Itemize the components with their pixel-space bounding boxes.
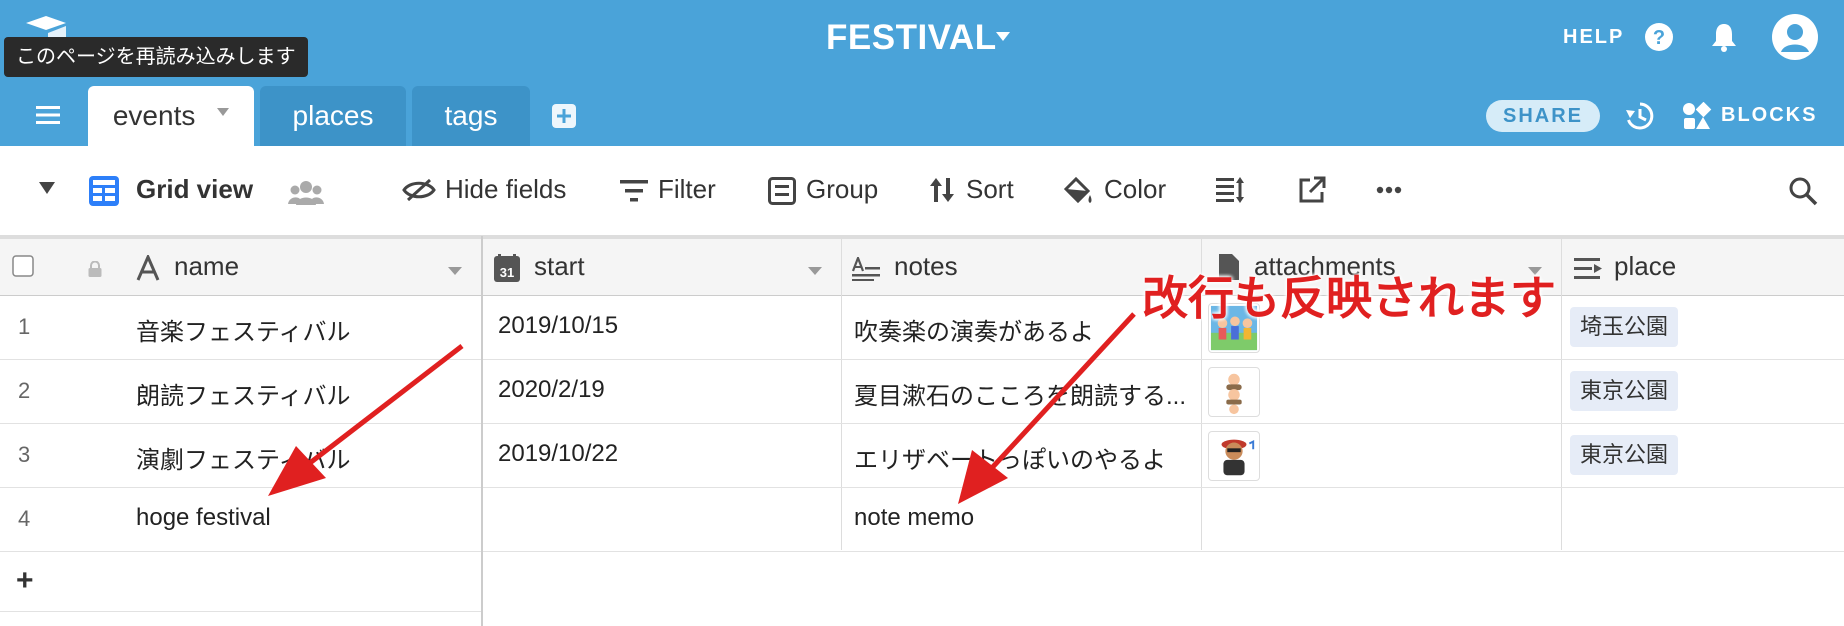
row-height-icon[interactable] bbox=[1216, 176, 1246, 204]
attachment-thumbnail[interactable] bbox=[1208, 431, 1260, 481]
chevron-down-icon[interactable] bbox=[217, 107, 230, 116]
lock-icon bbox=[88, 261, 102, 277]
table-row[interactable]: 2 朗読フェスティバル 2020/2/19 夏目漱石のこころを朗読する... 東… bbox=[0, 360, 1844, 424]
linked-record-chip[interactable]: 東京公園 bbox=[1570, 435, 1679, 475]
row-number: 1 bbox=[18, 314, 31, 339]
sort-button[interactable]: Sort bbox=[966, 174, 1014, 205]
chevron-down-icon[interactable] bbox=[996, 32, 1010, 41]
group-button[interactable]: Group bbox=[806, 174, 878, 205]
filter-icon[interactable] bbox=[620, 180, 648, 202]
blocks-icon[interactable] bbox=[1682, 102, 1712, 130]
text-field-icon bbox=[136, 255, 160, 281]
chevron-down-icon[interactable] bbox=[39, 182, 55, 194]
help-icon[interactable]: ? bbox=[1644, 22, 1674, 52]
chevron-down-icon[interactable] bbox=[808, 267, 822, 275]
link-field-icon bbox=[1574, 258, 1602, 279]
annotation-text: 改行も反映されます bbox=[1142, 272, 1556, 324]
tab-places[interactable]: places bbox=[260, 86, 406, 146]
long-text-icon bbox=[852, 257, 880, 281]
cell-start[interactable]: 2020/2/19 bbox=[498, 376, 828, 404]
cell-start[interactable]: 2019/10/15 bbox=[498, 312, 828, 340]
cell-notes[interactable]: 吹奏楽の演奏があるよ bbox=[854, 312, 1190, 347]
linked-record-chip[interactable]: 東京公園 bbox=[1570, 371, 1679, 411]
row-number: 3 bbox=[18, 442, 31, 467]
select-all-checkbox[interactable] bbox=[12, 255, 34, 277]
share-view-icon[interactable] bbox=[1298, 176, 1326, 204]
tab-label: events bbox=[112, 100, 196, 131]
data-grid: name 31 start notes attachments place 1 … bbox=[0, 236, 1844, 626]
column-header-notes[interactable]: notes bbox=[894, 251, 958, 282]
hide-fields-icon[interactable] bbox=[402, 178, 436, 202]
row-number: 4 bbox=[18, 506, 31, 531]
more-icon[interactable] bbox=[1376, 186, 1402, 194]
chevron-down-icon[interactable] bbox=[448, 267, 462, 275]
tab-label: tags bbox=[444, 100, 498, 131]
calendar-icon: 31 bbox=[494, 254, 520, 282]
table-row[interactable]: 4 hoge festival note memo bbox=[0, 488, 1844, 552]
search-icon[interactable] bbox=[1788, 176, 1818, 206]
attachment-thumbnail[interactable] bbox=[1208, 367, 1260, 417]
view-toolbar: Grid view Hide fields Filter Group Sort … bbox=[0, 146, 1844, 236]
sort-icon[interactable] bbox=[928, 176, 956, 204]
base-title[interactable]: FESTIVAL bbox=[826, 18, 997, 58]
menu-icon[interactable] bbox=[36, 104, 60, 126]
avatar[interactable] bbox=[1772, 14, 1818, 60]
cell-name[interactable]: 音楽フェスティバル bbox=[136, 312, 466, 347]
grid-header: name 31 start notes attachments place bbox=[0, 236, 1844, 296]
reload-tooltip: このページを再読み込みします bbox=[4, 37, 308, 77]
cell-notes[interactable]: 夏目漱石のこころを朗読する... bbox=[854, 376, 1190, 411]
cell-start[interactable]: 2019/10/22 bbox=[498, 440, 828, 468]
blocks-button[interactable]: BLOCKS bbox=[1721, 104, 1817, 127]
frozen-column-divider bbox=[481, 236, 483, 626]
table-row[interactable]: 3 演劇フェスティバル 2019/10/22 エリザベートっぽいのやるよ 東京公… bbox=[0, 424, 1844, 488]
history-icon[interactable] bbox=[1624, 100, 1656, 132]
filter-button[interactable]: Filter bbox=[658, 174, 716, 205]
cell-name[interactable]: hoge festival bbox=[136, 504, 466, 532]
collaborative-view-icon bbox=[288, 181, 324, 205]
cell-notes[interactable]: note memo bbox=[854, 504, 1190, 532]
cell-name[interactable]: 演劇フェスティバル bbox=[136, 440, 466, 475]
cell-name[interactable]: 朗読フェスティバル bbox=[136, 376, 466, 411]
view-name[interactable]: Grid view bbox=[136, 174, 253, 205]
linked-record-chip[interactable]: 埼玉公園 bbox=[1570, 307, 1679, 347]
hide-fields-button[interactable]: Hide fields bbox=[445, 174, 566, 205]
group-icon[interactable] bbox=[768, 177, 796, 205]
color-icon[interactable] bbox=[1062, 175, 1094, 205]
top-bar: このページを再読み込みします FESTIVAL HELP ? events pl… bbox=[0, 0, 1844, 146]
tab-label: places bbox=[292, 100, 374, 131]
cell-notes[interactable]: エリザベートっぽいのやるよ bbox=[854, 440, 1190, 475]
grid-view-icon bbox=[89, 176, 119, 206]
row-number: 2 bbox=[18, 378, 31, 403]
table-row[interactable]: 1 音楽フェスティバル 2019/10/15 吹奏楽の演奏があるよ 埼玉公園 bbox=[0, 296, 1844, 360]
calendar-icon-text: 31 bbox=[500, 265, 514, 280]
add-row[interactable]: + bbox=[0, 552, 482, 612]
tab-events[interactable]: events bbox=[88, 86, 254, 146]
column-header-place[interactable]: place bbox=[1614, 251, 1676, 282]
add-table-icon[interactable] bbox=[552, 104, 576, 128]
column-header-name[interactable]: name bbox=[174, 251, 239, 282]
color-button[interactable]: Color bbox=[1104, 174, 1166, 205]
add-row-button[interactable]: + bbox=[16, 564, 34, 598]
share-button[interactable]: SHARE bbox=[1486, 100, 1600, 132]
tab-tags[interactable]: tags bbox=[412, 86, 530, 146]
bell-icon[interactable] bbox=[1710, 22, 1738, 52]
svg-text:?: ? bbox=[1653, 27, 1665, 49]
column-header-start[interactable]: start bbox=[534, 251, 585, 282]
help-link[interactable]: HELP bbox=[1563, 26, 1624, 49]
